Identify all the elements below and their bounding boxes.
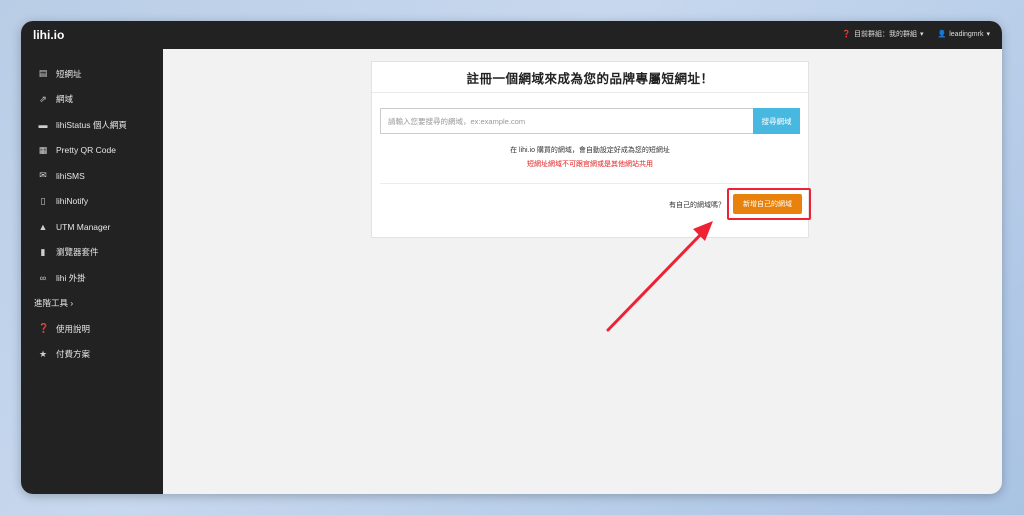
arrow-shaft [606,228,707,332]
annotation-arrow [606,221,713,332]
